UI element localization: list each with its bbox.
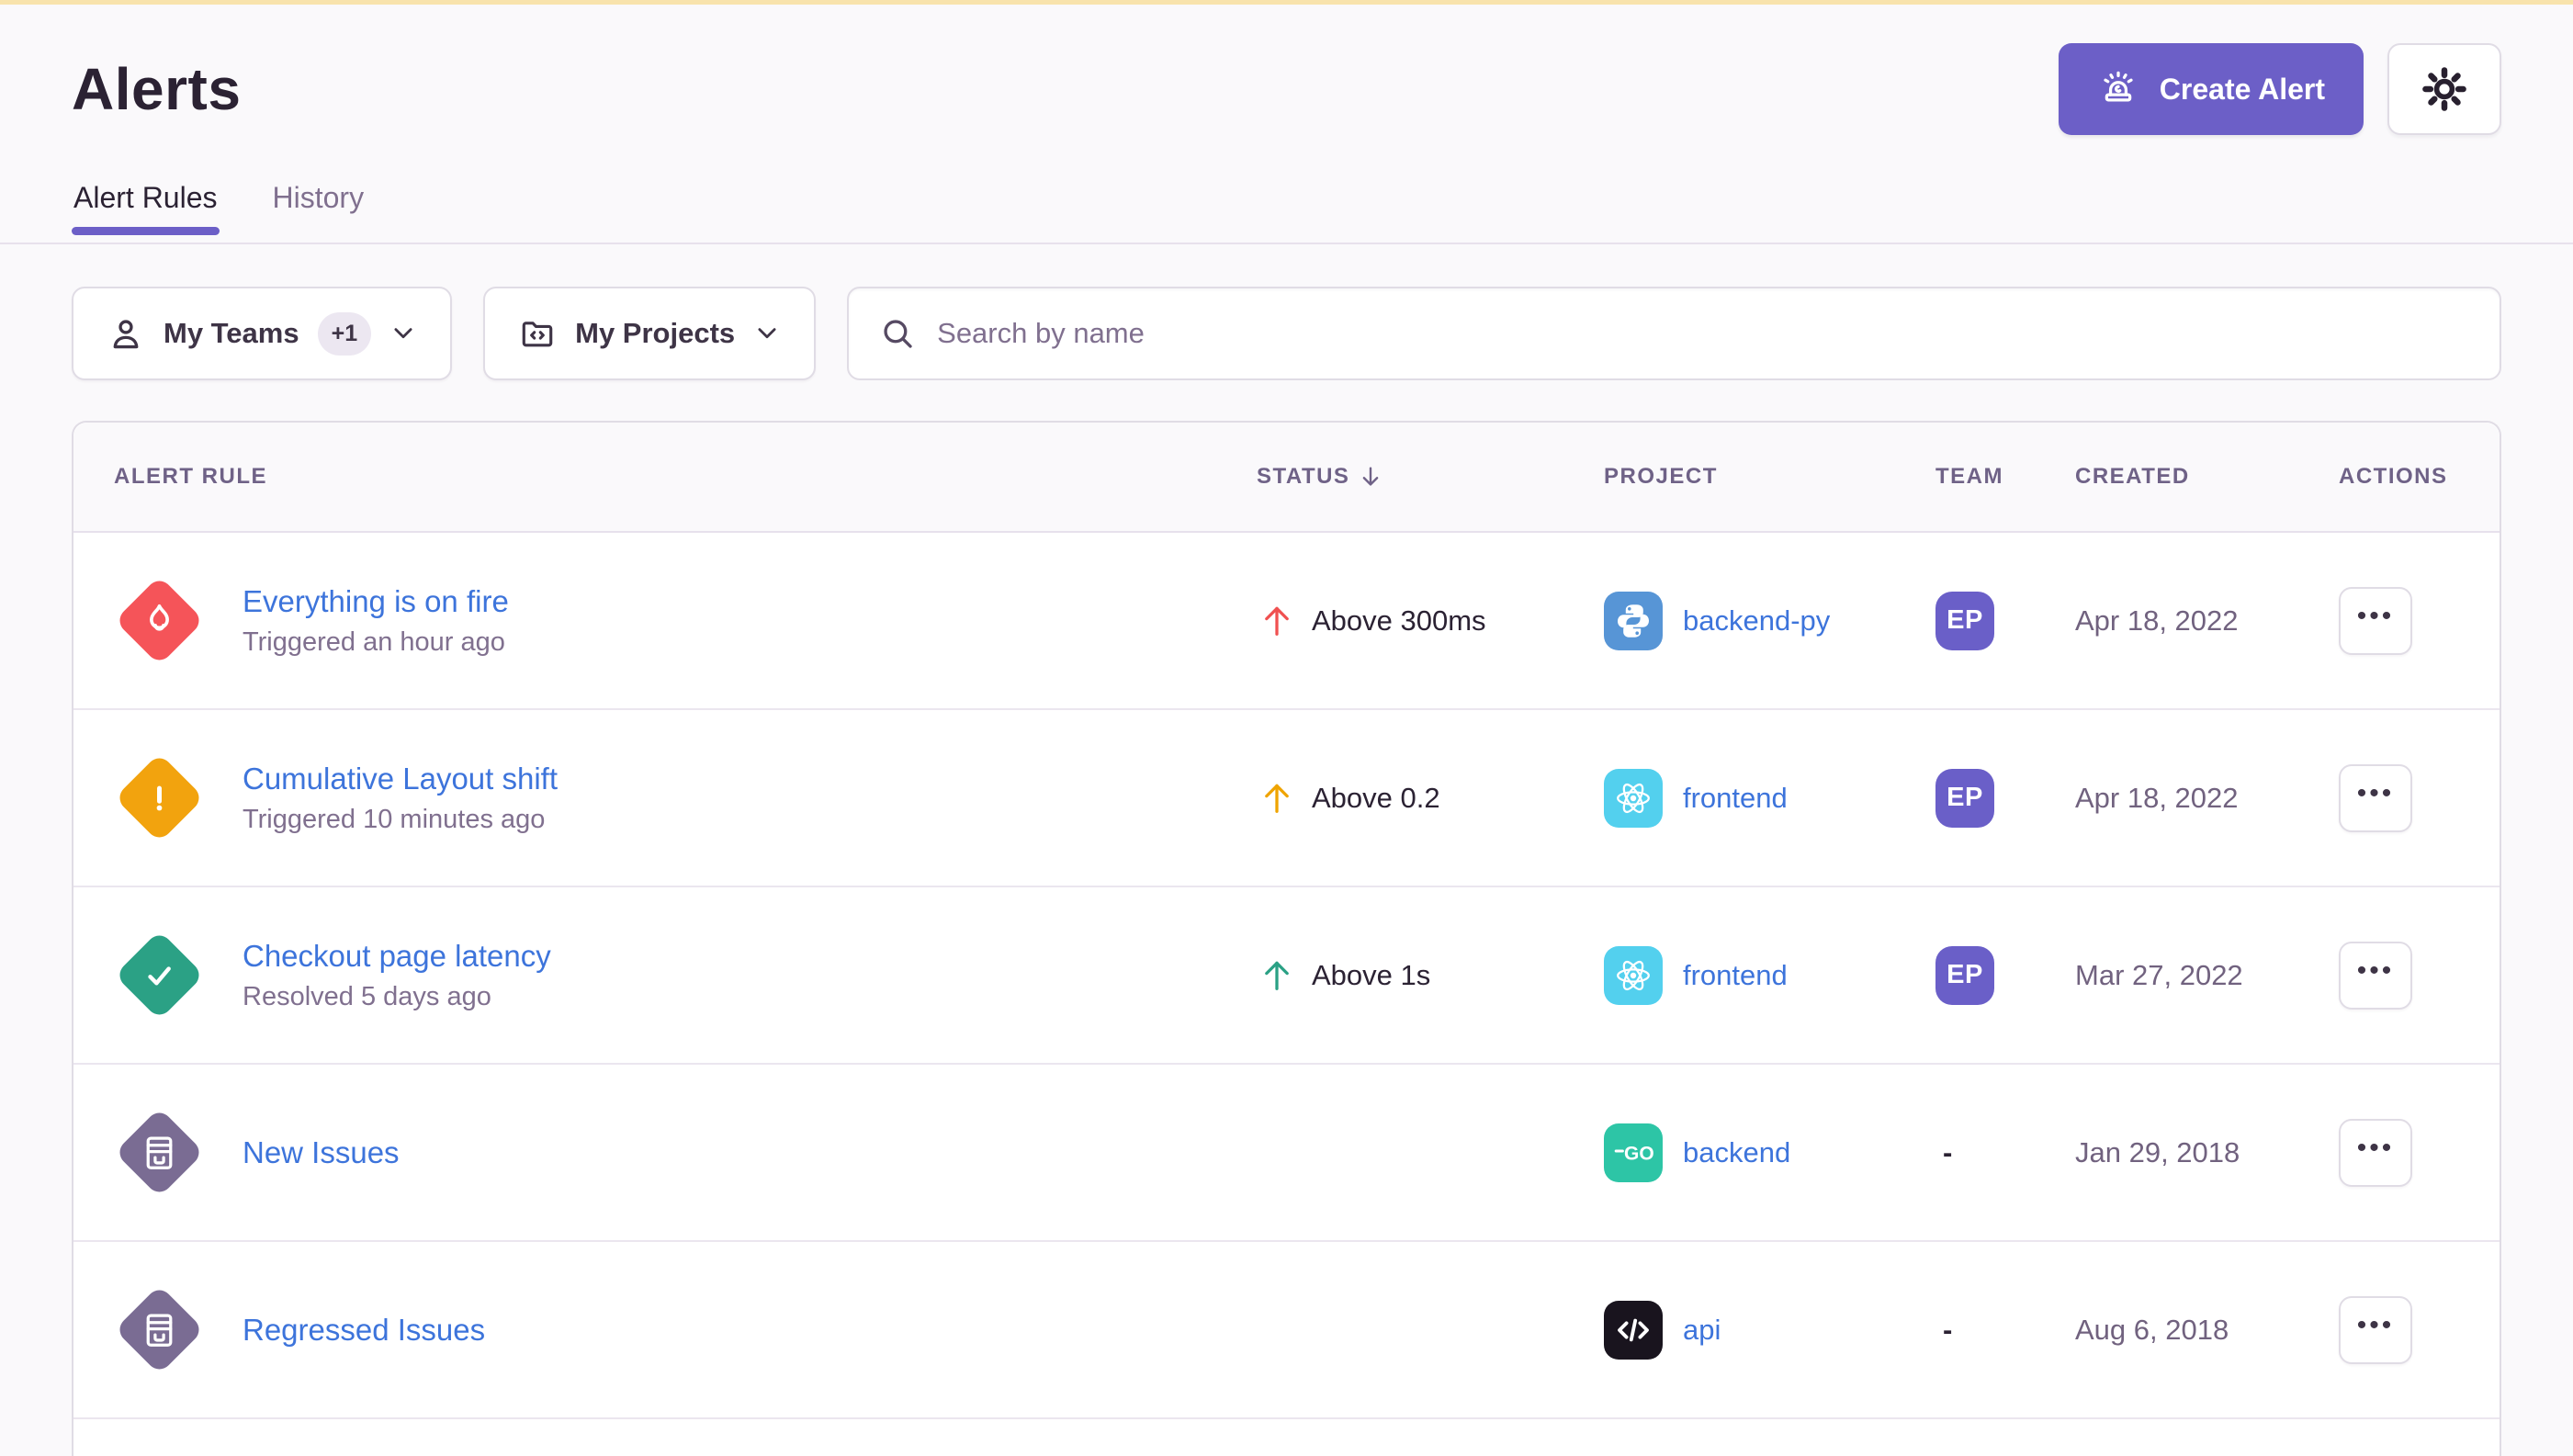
arrow-up-icon	[1257, 778, 1297, 818]
page-header: Alerts Create Alert	[0, 5, 2573, 135]
search-container	[847, 287, 2501, 380]
react-icon	[1604, 769, 1663, 828]
page-title: Alerts	[72, 55, 241, 123]
alert-rule-detail: Resolved 5 days ago	[243, 982, 551, 1012]
sort-arrow-down-icon	[1357, 463, 1384, 491]
alert-rule-link[interactable]: Cumulative Layout shift	[243, 761, 558, 797]
chevron-down-icon	[753, 320, 781, 347]
project-link[interactable]: frontend	[1683, 782, 1788, 815]
settings-button[interactable]	[2387, 43, 2501, 135]
row-actions-button[interactable]: •••	[2339, 587, 2412, 655]
team-none: -	[1935, 1136, 1952, 1169]
column-header-project: Project	[1604, 464, 1935, 490]
alert-rules-table: Alert Rule Status Project Team Created A…	[72, 421, 2501, 1456]
tab-alert-rules[interactable]: Alert Rules	[72, 181, 220, 243]
check-icon	[114, 931, 204, 1021]
tab-history[interactable]: History	[271, 181, 367, 243]
alert-rule-detail: Triggered 10 minutes ago	[243, 805, 558, 835]
row-actions-button[interactable]: •••	[2339, 942, 2412, 1010]
filter-bar: My Teams +1 My Projects	[0, 287, 2573, 380]
alert-rule-link[interactable]: Checkout page latency	[243, 938, 551, 975]
table-row: New Issues GO backend - Jan 29, 2018 •••	[73, 1065, 2500, 1242]
column-header-alert-rule: Alert Rule	[73, 464, 1257, 490]
created-date: Apr 18, 2022	[2075, 604, 2339, 638]
column-header-created: Created	[2075, 464, 2339, 490]
created-date: Jan 29, 2018	[2075, 1136, 2339, 1169]
team-badge: EP	[1935, 946, 1994, 1005]
tab-bar: Alert Rules History	[0, 181, 2573, 244]
alert-rule-detail: Triggered an hour ago	[243, 627, 509, 658]
react-icon	[1604, 946, 1663, 1005]
project-link[interactable]: backend	[1683, 1136, 1790, 1169]
chevron-down-icon	[389, 320, 417, 347]
create-alert-label: Create Alert	[2160, 73, 2325, 107]
issues-icon	[114, 1285, 204, 1375]
projects-filter-button[interactable]: My Projects	[483, 287, 816, 380]
table-row: Everything is on fire Triggered an hour …	[73, 533, 2500, 710]
project-folder-icon	[518, 314, 557, 353]
svg-text:GO: GO	[1624, 1143, 1654, 1164]
projects-filter-label: My Projects	[575, 317, 735, 350]
siren-icon	[2097, 68, 2139, 110]
teams-filter-label: My Teams	[164, 317, 299, 350]
project-link[interactable]: frontend	[1683, 959, 1788, 992]
table-header-row: Alert Rule Status Project Team Created A…	[73, 423, 2500, 533]
fire-icon	[114, 576, 204, 666]
status-text: Above 1s	[1312, 959, 1430, 992]
python-icon	[1604, 592, 1663, 650]
alert-rule-link[interactable]: Regressed Issues	[243, 1312, 485, 1349]
header-actions: Create Alert	[2059, 43, 2501, 135]
search-input[interactable]	[937, 317, 2470, 350]
alert-rule-link[interactable]: Everything is on fire	[243, 583, 509, 620]
user-icon	[107, 314, 145, 353]
gear-icon	[2419, 63, 2470, 115]
created-date: Apr 18, 2022	[2075, 782, 2339, 815]
code-icon	[1604, 1301, 1663, 1360]
go-icon: GO	[1604, 1123, 1663, 1182]
status-text: Above 300ms	[1312, 604, 1486, 638]
project-link[interactable]: api	[1683, 1314, 1721, 1347]
project-link[interactable]: backend-py	[1683, 604, 1830, 638]
column-header-team: Team	[1935, 464, 2075, 490]
status-text: Above 0.2	[1312, 782, 1440, 815]
column-header-status[interactable]: Status	[1257, 463, 1604, 491]
arrow-up-icon	[1257, 601, 1297, 641]
team-none: -	[1935, 1314, 1952, 1347]
created-date: Mar 27, 2022	[2075, 959, 2339, 992]
row-actions-button[interactable]: •••	[2339, 1296, 2412, 1364]
issues-icon	[114, 1108, 204, 1198]
teams-count-badge: +1	[318, 312, 372, 356]
warning-icon	[114, 753, 204, 843]
row-actions-button[interactable]: •••	[2339, 764, 2412, 832]
column-header-actions: Actions	[2339, 464, 2500, 490]
arrow-up-icon	[1257, 955, 1297, 996]
table-row: Regressed Issues api - Aug 6, 2018 •••	[73, 1242, 2500, 1419]
create-alert-button[interactable]: Create Alert	[2059, 43, 2364, 135]
search-icon	[878, 314, 917, 353]
alert-rule-link[interactable]: New Issues	[243, 1134, 400, 1171]
team-badge: EP	[1935, 769, 1994, 828]
table-row: Checkout page latency Resolved 5 days ag…	[73, 887, 2500, 1065]
table-row: Cumulative Layout shift Triggered 10 min…	[73, 710, 2500, 887]
created-date: Aug 6, 2018	[2075, 1314, 2339, 1347]
row-actions-button[interactable]: •••	[2339, 1119, 2412, 1187]
teams-filter-button[interactable]: My Teams +1	[72, 287, 452, 380]
team-badge: EP	[1935, 592, 1994, 650]
